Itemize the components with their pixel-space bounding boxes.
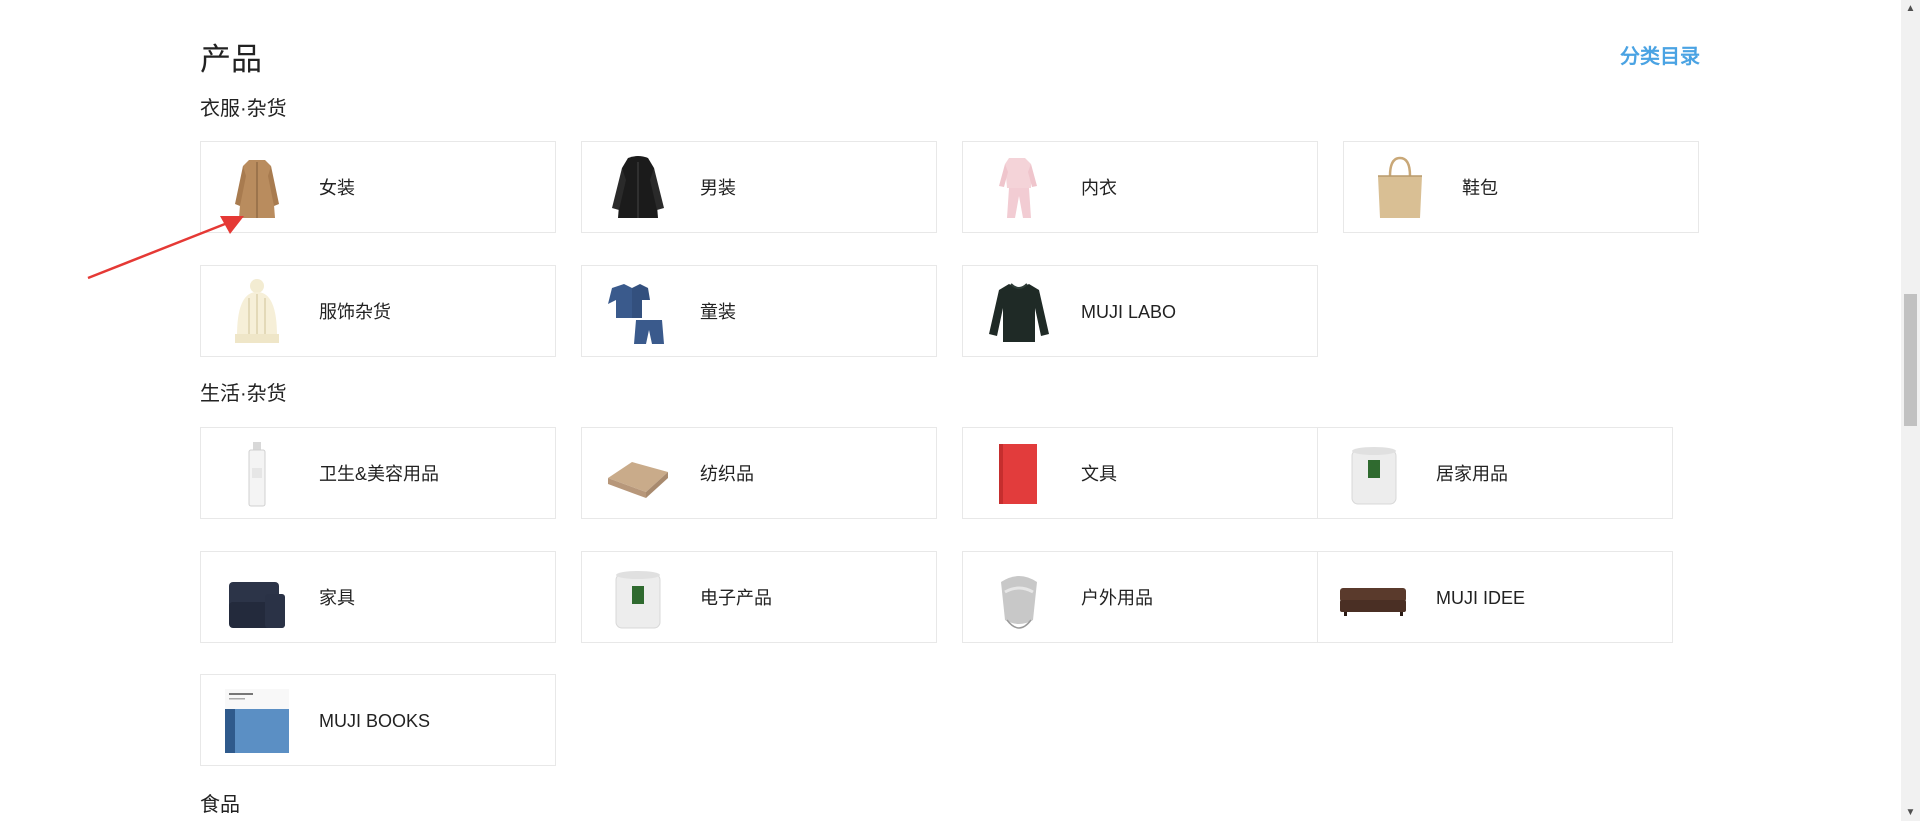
category-card-outdoor[interactable]: 户外用品 xyxy=(962,551,1318,643)
category-card-stationery[interactable]: 文具 xyxy=(962,427,1318,519)
category-label: 电子产品 xyxy=(700,588,772,608)
category-label: MUJI BOOKS xyxy=(319,711,431,731)
section-heading-food: 食品 xyxy=(200,794,240,816)
category-label: 女装 xyxy=(319,178,355,198)
mens-jacket-icon xyxy=(602,152,674,224)
sofa-chair-icon xyxy=(221,562,293,634)
category-label: 服饰杂货 xyxy=(319,302,391,322)
category-label: 卫生&美容用品 xyxy=(319,464,440,484)
vertical-scrollbar[interactable]: ▲ ▼ xyxy=(1901,0,1920,821)
category-label: 居家用品 xyxy=(1436,464,1508,484)
category-label: MUJI LABO xyxy=(1081,302,1177,322)
scrollbar-thumb[interactable] xyxy=(1904,294,1917,426)
category-card-muji-books[interactable]: MUJI BOOKS xyxy=(200,674,556,766)
category-card-muji-idee[interactable]: MUJI IDEE xyxy=(1317,551,1673,643)
aroma-diffuser-icon xyxy=(602,562,674,634)
category-label: 纺织品 xyxy=(700,464,754,484)
section-heading-living: 生活·杂货 xyxy=(200,383,287,405)
category-card-underwear[interactable]: 内衣 xyxy=(962,141,1318,233)
towel-icon xyxy=(602,438,674,510)
category-label: MUJI IDEE xyxy=(1436,588,1526,608)
category-card-household[interactable]: 居家用品 xyxy=(1317,427,1673,519)
category-label: 童装 xyxy=(700,302,736,322)
kids-outfit-icon xyxy=(602,276,674,348)
section-heading-clothing: 衣服·杂货 xyxy=(200,98,287,120)
category-label: 家具 xyxy=(319,588,355,608)
sofa-icon xyxy=(1338,562,1410,634)
scroll-down-icon[interactable]: ▼ xyxy=(1901,804,1920,821)
category-label: 男装 xyxy=(700,178,736,198)
candle-icon xyxy=(1338,438,1410,510)
page-title: 产品 xyxy=(200,42,262,77)
category-card-electronics[interactable]: 电子产品 xyxy=(581,551,937,643)
category-card-furniture[interactable]: 家具 xyxy=(200,551,556,643)
notebook-icon xyxy=(983,438,1055,510)
sweater-icon xyxy=(983,276,1055,348)
book-icon xyxy=(221,685,293,757)
pajamas-icon xyxy=(983,152,1055,224)
annotation-arrow-icon xyxy=(87,216,244,280)
category-label: 文具 xyxy=(1081,464,1117,484)
category-card-shoes-bags[interactable]: 鞋包 xyxy=(1343,141,1699,233)
category-catalog-link[interactable]: 分类目录 xyxy=(1620,40,1700,69)
category-card-kids[interactable]: 童装 xyxy=(581,265,937,357)
scroll-up-icon[interactable]: ▲ xyxy=(1901,0,1920,17)
category-card-beauty[interactable]: 卫生&美容用品 xyxy=(200,427,556,519)
bucket-icon xyxy=(983,562,1055,634)
category-label: 户外用品 xyxy=(1081,588,1153,608)
category-label: 内衣 xyxy=(1081,178,1117,198)
lotion-bottle-icon xyxy=(221,438,293,510)
tote-bag-icon xyxy=(1364,152,1436,224)
category-card-muji-labo[interactable]: MUJI LABO xyxy=(962,265,1318,357)
category-label: 鞋包 xyxy=(1462,178,1498,198)
category-card-mens[interactable]: 男装 xyxy=(581,141,937,233)
category-card-textiles[interactable]: 纺织品 xyxy=(581,427,937,519)
